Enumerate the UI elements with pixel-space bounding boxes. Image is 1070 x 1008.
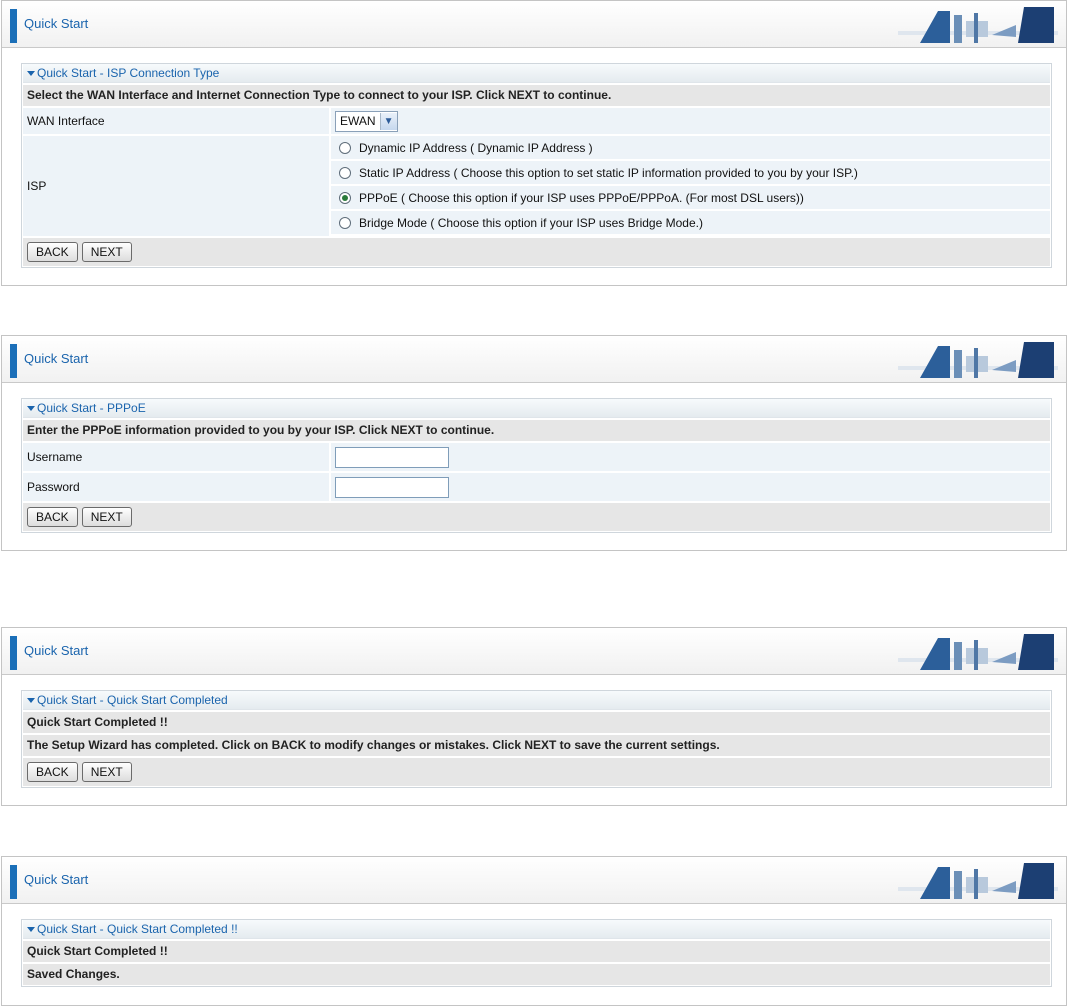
radio-bridge[interactable] [339, 216, 351, 229]
triangle-down-icon [27, 70, 35, 76]
next-button[interactable]: NEXT [81, 242, 132, 262]
radio-dynamic[interactable] [339, 141, 351, 154]
header-title: Quick Start [24, 351, 89, 366]
isp-row: ISP Dynamic IP Address ( Dynamic IP Addr… [23, 136, 1050, 236]
button-row: BACK NEXT [23, 758, 1050, 786]
triangle-down-icon [27, 926, 35, 932]
header-accent-bar [10, 865, 17, 899]
next-button[interactable]: NEXT [81, 507, 132, 527]
isp-option-bridge[interactable]: Bridge Mode ( Choose this option if your… [331, 211, 1050, 234]
panel-header: Quick Start [2, 336, 1066, 383]
triangle-down-icon [27, 697, 35, 703]
pppoe-box: Quick Start - PPPoE Enter the PPPoE info… [21, 398, 1052, 533]
message-text: Saved Changes. [27, 967, 120, 981]
back-button[interactable]: BACK [27, 507, 78, 527]
isp-option-static[interactable]: Static IP Address ( Choose this option t… [331, 161, 1050, 184]
network-graphic-icon [898, 7, 1058, 43]
password-row: Password [23, 473, 1050, 501]
completed-panel: Quick Start Quick Start - Quick Start Co… [1, 627, 1067, 806]
radio-pppoe[interactable] [339, 191, 351, 204]
panel-header: Quick Start [2, 628, 1066, 675]
completed-box: Quick Start - Quick Start Completed Quic… [21, 690, 1052, 788]
message-text: The Setup Wizard has completed. Click on… [27, 738, 720, 752]
wan-interface-label: WAN Interface [23, 108, 329, 134]
header-title: Quick Start [24, 872, 89, 887]
back-button[interactable]: BACK [27, 242, 78, 262]
password-label: Password [23, 473, 329, 501]
wan-interface-value: EWAN [340, 114, 376, 128]
box-title-text: Quick Start - PPPoE [37, 401, 146, 415]
box-title-text: Quick Start - ISP Connection Type [37, 66, 220, 80]
status-row: Quick Start Completed !! [23, 712, 1050, 733]
box-title[interactable]: Quick Start - Quick Start Completed !! [23, 920, 1050, 939]
message-row: Saved Changes. [23, 964, 1050, 985]
network-graphic-icon [898, 863, 1058, 899]
button-row: BACK NEXT [23, 503, 1050, 531]
back-button[interactable]: BACK [27, 762, 78, 782]
isp-option-label: Bridge Mode ( Choose this option if your… [359, 215, 703, 230]
wan-interface-row: WAN Interface EWAN ▼ [23, 108, 1050, 134]
chevron-down-icon[interactable]: ▼ [379, 112, 397, 130]
box-title[interactable]: Quick Start - PPPoE [23, 399, 1050, 418]
username-label: Username [23, 443, 329, 471]
status-row: Quick Start Completed !! [23, 941, 1050, 962]
password-field[interactable] [335, 476, 449, 498]
box-title-text: Quick Start - Quick Start Completed !! [37, 922, 238, 936]
instruction-text: Select the WAN Interface and Internet Co… [27, 88, 612, 102]
status-text: Quick Start Completed !! [27, 944, 168, 958]
panel-header: Quick Start [2, 857, 1066, 904]
isp-label: ISP [23, 136, 329, 236]
panel-header: Quick Start [2, 1, 1066, 48]
isp-option-dynamic[interactable]: Dynamic IP Address ( Dynamic IP Address … [331, 136, 1050, 159]
isp-connection-panel: Quick Start Quick Start - ISP Connection… [1, 0, 1067, 286]
saved-panel: Quick Start Quick Start - Quick Start Co… [1, 856, 1067, 1006]
isp-option-label: Static IP Address ( Choose this option t… [359, 165, 858, 180]
button-row: BACK NEXT [23, 238, 1050, 266]
box-title-text: Quick Start - Quick Start Completed [37, 693, 228, 707]
status-text: Quick Start Completed !! [27, 715, 168, 729]
box-title[interactable]: Quick Start - ISP Connection Type [23, 64, 1050, 83]
radio-static[interactable] [339, 166, 351, 179]
header-title: Quick Start [24, 643, 89, 658]
network-graphic-icon [898, 634, 1058, 670]
isp-options: Dynamic IP Address ( Dynamic IP Address … [331, 136, 1050, 236]
network-graphic-icon [898, 342, 1058, 378]
instruction-text: Enter the PPPoE information provided to … [27, 423, 495, 437]
next-button[interactable]: NEXT [81, 762, 132, 782]
instruction-row: Enter the PPPoE information provided to … [23, 420, 1050, 441]
isp-option-pppoe[interactable]: PPPoE ( Choose this option if your ISP u… [331, 186, 1050, 209]
instruction-row: Select the WAN Interface and Internet Co… [23, 85, 1050, 106]
wan-interface-select[interactable]: EWAN ▼ [335, 110, 398, 132]
header-title: Quick Start [24, 16, 89, 31]
pppoe-panel: Quick Start Quick Start - PPPoE Enter th… [1, 335, 1067, 551]
header-accent-bar [10, 344, 17, 378]
isp-option-label: PPPoE ( Choose this option if your ISP u… [359, 190, 804, 205]
header-accent-bar [10, 636, 17, 670]
username-row: Username [23, 443, 1050, 471]
saved-box: Quick Start - Quick Start Completed !! Q… [21, 919, 1052, 987]
header-accent-bar [10, 9, 17, 43]
message-row: The Setup Wizard has completed. Click on… [23, 735, 1050, 756]
isp-box: Quick Start - ISP Connection Type Select… [21, 63, 1052, 268]
box-title[interactable]: Quick Start - Quick Start Completed [23, 691, 1050, 710]
isp-option-label: Dynamic IP Address ( Dynamic IP Address … [359, 140, 593, 155]
username-field[interactable] [335, 446, 449, 468]
triangle-down-icon [27, 405, 35, 411]
